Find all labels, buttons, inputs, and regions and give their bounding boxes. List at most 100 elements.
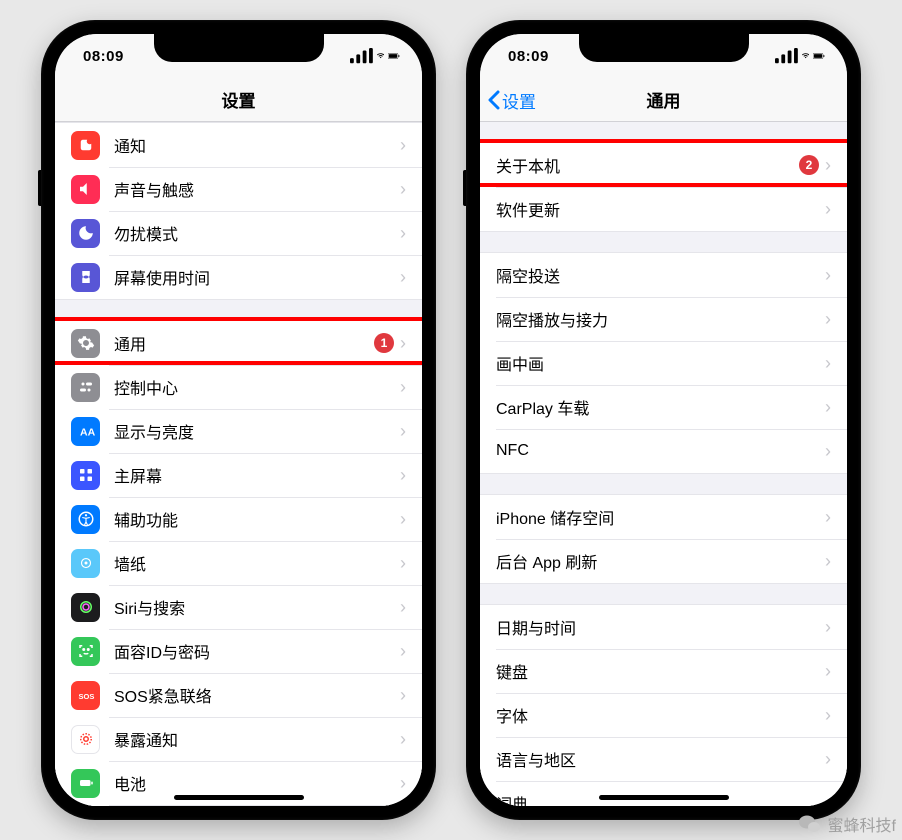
notch [154,34,324,62]
row-airplay[interactable]: 隔空播放与接力 › [480,297,847,341]
row-datetime[interactable]: 日期与时间 › [480,605,847,649]
chevron-right-icon: › [400,179,406,200]
chevron-right-icon: › [400,223,406,244]
row-label: 声音与触感 [114,177,394,201]
screentime-icon [71,263,100,292]
row-label: 勿扰模式 [114,221,394,245]
chevron-right-icon: › [825,551,831,572]
row-dictionary[interactable]: 词典 › [480,781,847,806]
row-about[interactable]: 关于本机 2 › [480,143,847,187]
row-airdrop[interactable]: 隔空投送 › [480,253,847,297]
battery-icon [71,769,100,798]
chevron-right-icon: › [825,441,831,462]
row-label: CarPlay 车载 [496,395,819,419]
chevron-right-icon: › [400,333,406,354]
row-label: 后台 App 刷新 [496,549,819,573]
screen-general: 08:09 设置 通用 关于本机 [480,34,847,806]
control-center-icon [71,373,100,402]
phone-general: 08:09 设置 通用 关于本机 [466,20,861,820]
chevron-right-icon: › [825,617,831,638]
row-label: 隔空投送 [496,263,819,287]
row-nfc[interactable]: NFC › [480,429,847,473]
row-display[interactable]: AA 显示与亮度 › [55,409,422,453]
notifications-icon [71,131,100,160]
row-label: 键盘 [496,659,819,683]
wechat-icon [798,812,822,836]
row-fonts[interactable]: 字体 › [480,693,847,737]
chevron-right-icon: › [400,135,406,156]
chevron-right-icon: › [400,377,406,398]
row-sounds[interactable]: 声音与触感 › [55,167,422,211]
general-icon [71,329,100,358]
row-label: 控制中心 [114,375,394,399]
signal-icon [350,48,373,63]
row-sos[interactable]: SOS SOS紧急联络 › [55,673,422,717]
chevron-right-icon: › [825,793,831,807]
chevron-left-icon [488,90,500,110]
row-label: 暴露通知 [114,727,394,751]
row-siri[interactable]: Siri与搜索 › [55,585,422,629]
navbar-general: 设置 通用 [480,78,847,122]
row-exposure[interactable]: 暴露通知 › [55,717,422,761]
row-accessibility[interactable]: 辅助功能 › [55,497,422,541]
settings-list[interactable]: 通知 › 声音与触感 › 勿扰模式 › 屏幕使 [55,122,422,806]
row-screentime[interactable]: 屏幕使用时间 › [55,255,422,299]
row-homescreen[interactable]: 主屏幕 › [55,453,422,497]
svg-text:SOS: SOS [78,692,94,701]
dnd-icon [71,219,100,248]
chevron-right-icon: › [400,465,406,486]
siri-icon [71,593,100,622]
row-wallpaper[interactable]: 墙纸 › [55,541,422,585]
status-time: 08:09 [83,48,124,65]
highlight-badge: 2 [799,155,819,175]
attribution-text: 蜜蜂科技f [828,812,896,836]
row-label: Siri与搜索 [114,595,394,619]
row-keyboard[interactable]: 键盘 › [480,649,847,693]
row-label: 字体 [496,703,819,727]
phone-settings: 08:09 设置 通知 › [41,20,436,820]
row-software-update[interactable]: 软件更新 › [480,187,847,231]
chevron-right-icon: › [400,685,406,706]
attribution: 蜜蜂科技f [798,812,896,836]
chevron-right-icon: › [400,421,406,442]
row-faceid[interactable]: 面容ID与密码 › [55,629,422,673]
navbar-settings: 设置 [55,78,422,122]
home-indicator[interactable] [599,795,729,800]
chevron-right-icon: › [400,641,406,662]
chevron-right-icon: › [825,749,831,770]
row-pip[interactable]: 画中画 › [480,341,847,385]
status-icons [775,48,825,63]
back-button[interactable]: 设置 [488,78,536,122]
homescreen-icon [71,461,100,490]
exposure-icon [71,725,100,754]
battery-icon [388,50,400,62]
row-general[interactable]: 通用 1 › [55,321,422,365]
row-label: 辅助功能 [114,507,394,531]
row-notifications[interactable]: 通知 › [55,123,422,167]
chevron-right-icon: › [825,199,831,220]
row-label: 屏幕使用时间 [114,265,394,289]
chevron-right-icon: › [825,507,831,528]
back-label: 设置 [502,88,536,113]
row-carplay[interactable]: CarPlay 车载 › [480,385,847,429]
row-bgrefresh[interactable]: 后台 App 刷新 › [480,539,847,583]
row-label: NFC [496,442,819,460]
row-dnd[interactable]: 勿扰模式 › [55,211,422,255]
row-privacy[interactable]: 隐私 › [55,805,422,806]
chevron-right-icon: › [825,309,831,330]
row-label: 主屏幕 [114,463,394,487]
wallpaper-icon [71,549,100,578]
home-indicator[interactable] [174,795,304,800]
row-control-center[interactable]: 控制中心 › [55,365,422,409]
navbar-title: 设置 [222,87,256,112]
row-language[interactable]: 语言与地区 › [480,737,847,781]
row-label: 显示与亮度 [114,419,394,443]
chevron-right-icon: › [825,705,831,726]
row-storage[interactable]: iPhone 储存空间 › [480,495,847,539]
general-list[interactable]: 关于本机 2 › 软件更新 › 隔空投送 › 隔空播放与接力 [480,122,847,806]
highlight-badge: 1 [374,333,394,353]
signal-icon [775,48,798,63]
row-label: 软件更新 [496,197,819,221]
accessibility-icon [71,505,100,534]
display-icon: AA [71,417,100,446]
